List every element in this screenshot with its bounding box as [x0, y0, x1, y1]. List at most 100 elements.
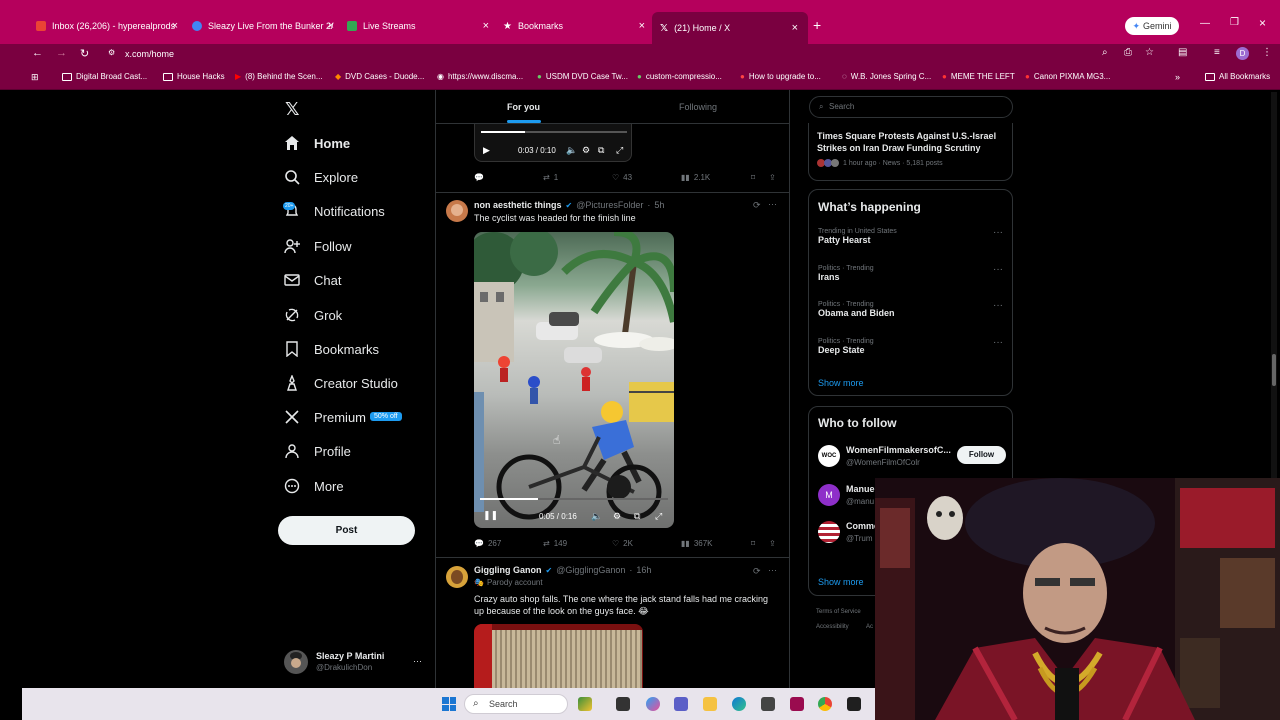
bookmark-item[interactable]: ● How to upgrade to... — [740, 72, 821, 81]
fullscreen-icon[interactable]: ⤢ — [616, 145, 623, 156]
x-logo-icon[interactable]: 𝕏 — [285, 99, 300, 120]
new-tab-button[interactable]: + — [813, 17, 821, 33]
grok-icon[interactable]: ⟳ — [753, 566, 761, 577]
avatar[interactable] — [818, 521, 840, 543]
edge-icon[interactable] — [732, 697, 746, 711]
trend-item[interactable]: Politics · Trending Irans — [818, 265, 874, 282]
video-player[interactable]: ▶ 0:03 / 0:10 🔈 ⚙ ⧉ ⤢ — [474, 124, 632, 162]
play-icon[interactable]: ▶ — [483, 145, 490, 156]
bookmark-item[interactable]: House Hacks — [163, 72, 225, 81]
copilot-icon[interactable] — [646, 697, 660, 711]
follow-suggestion-name[interactable]: Manue — [846, 484, 875, 494]
apps-icon[interactable]: ⊞ — [31, 72, 39, 83]
back-icon[interactable]: ← — [32, 47, 43, 59]
bookmark-button[interactable]: ⌑ — [751, 539, 755, 548]
share-button[interactable]: ⇪ — [769, 173, 776, 182]
trend-item[interactable]: Politics · Trending Obama and Biden — [818, 301, 895, 318]
follow-button[interactable]: Follow — [957, 446, 1006, 464]
nav-profile[interactable]: Profile — [284, 437, 351, 465]
tab-live-streams[interactable]: Live Streams × — [347, 14, 489, 38]
bookmark-item[interactable]: ● USDM DVD Case Tw... — [537, 72, 628, 81]
nav-chat[interactable]: Chat — [284, 266, 341, 294]
widgets-icon[interactable] — [578, 697, 592, 711]
bookmark-item[interactable]: ◌ W.B. Jones Spring C... — [842, 72, 931, 81]
app-icon[interactable] — [790, 697, 804, 711]
nav-bookmarks[interactable]: Bookmarks — [284, 335, 379, 363]
reload-icon[interactable]: ↻ — [80, 47, 89, 60]
account-name[interactable]: Sleazy P Martini — [316, 651, 384, 661]
tweet-author[interactable]: non aesthetic things — [474, 200, 562, 210]
views-button[interactable]: ▮▮ 367K — [681, 539, 713, 548]
bookmark-item[interactable]: ● MEME THE LEFT — [942, 72, 1015, 81]
footer-link[interactable]: Terms of Service — [816, 609, 861, 615]
more-icon[interactable]: ··· — [993, 300, 1003, 311]
bookmark-item[interactable]: ◉ https://www.discma... — [437, 72, 523, 81]
news-card[interactable]: Times Square Protests Against U.S.-Israe… — [808, 123, 1013, 181]
bookmark-item[interactable]: ▶ (8) Behind the Scen... — [235, 72, 323, 81]
more-icon[interactable]: ··· — [768, 565, 777, 575]
more-icon[interactable]: ··· — [768, 199, 777, 209]
post-button[interactable]: Post — [278, 516, 415, 545]
like-button[interactable]: ♡ 2K — [612, 539, 633, 548]
close-icon[interactable]: × — [792, 22, 798, 34]
nav-notifications[interactable]: Notifications — [284, 197, 385, 225]
more-icon[interactable]: ··· — [993, 337, 1003, 348]
video-progress[interactable] — [480, 498, 668, 500]
tweet-video[interactable]: ❚❚ 0:05 / 0:16 🔈 ⚙ ⧉ ⤢ — [474, 232, 674, 528]
account-menu-icon[interactable]: ··· — [413, 656, 422, 666]
install-icon[interactable]: ⎙ — [1124, 47, 1132, 58]
extensions-icon[interactable]: ≡ — [1214, 47, 1220, 58]
tab-x-home[interactable]: 𝕏 (21) Home / X × — [652, 12, 808, 44]
chrome-icon[interactable] — [818, 697, 832, 711]
follow-suggestion-name[interactable]: WomenFilmmakersofC... — [846, 445, 951, 455]
tweet-video[interactable] — [474, 624, 643, 690]
trend-item[interactable]: Politics · Trending Deep State — [818, 338, 874, 355]
nav-grok[interactable]: Grok — [284, 301, 342, 329]
pause-icon[interactable]: ❚❚ — [483, 510, 498, 521]
file-explorer-icon[interactable] — [703, 697, 717, 711]
all-bookmarks[interactable]: All Bookmarks — [1205, 72, 1270, 81]
nav-follow[interactable]: Follow — [284, 232, 352, 260]
bookmark-item[interactable]: Digital Broad Cast... — [62, 72, 147, 81]
tab-for-you[interactable]: For you — [507, 102, 540, 112]
sidepanel-icon[interactable]: ▤ — [1178, 47, 1187, 58]
bookmark-button[interactable]: ⌑ — [751, 173, 755, 182]
video-progress[interactable] — [481, 131, 627, 133]
tweet-time[interactable]: 5h — [654, 200, 664, 210]
avatar[interactable] — [284, 650, 308, 674]
grok-icon[interactable]: ⟳ — [753, 200, 761, 211]
site-info-icon[interactable]: ⚙ — [108, 48, 115, 57]
views-button[interactable]: ▮▮ 2.1K — [681, 173, 710, 182]
reply-button[interactable]: 💬 — [474, 173, 484, 182]
show-more-link[interactable]: Show more — [818, 577, 864, 587]
app-icon[interactable] — [847, 697, 861, 711]
gemini-button[interactable]: ✦ Gemini — [1125, 17, 1179, 35]
reply-button[interactable]: 💬 267 — [474, 539, 501, 548]
more-bookmarks-icon[interactable]: » — [1175, 72, 1180, 82]
tab-sleazy[interactable]: Sleazy Live From the Bunker 2/ × — [192, 14, 334, 38]
volume-icon[interactable]: 🔈 — [591, 511, 602, 522]
close-icon[interactable]: × — [483, 20, 489, 32]
avatar[interactable] — [446, 566, 468, 588]
bookmark-item[interactable]: ● Canon PIXMA MG3... — [1025, 72, 1110, 81]
captions-icon[interactable]: ⧉ — [634, 511, 640, 522]
url-field[interactable]: x.com/home — [125, 49, 174, 59]
nav-explore[interactable]: Explore — [284, 163, 358, 191]
close-icon[interactable]: × — [172, 20, 178, 32]
show-more-link[interactable]: Show more — [818, 378, 864, 388]
nav-home[interactable]: Home — [284, 129, 350, 157]
repost-button[interactable]: ⇄ 1 — [543, 173, 558, 182]
footer-link[interactable]: Accessibility — [816, 624, 849, 630]
forward-icon[interactable]: → — [56, 47, 67, 59]
fullscreen-icon[interactable]: ⤢ — [655, 511, 662, 522]
windows-start-icon[interactable] — [442, 697, 456, 711]
close-icon[interactable]: × — [328, 20, 334, 32]
tweet-author[interactable]: Giggling Ganon — [474, 565, 542, 575]
more-icon[interactable]: ··· — [993, 227, 1003, 238]
trend-item[interactable]: Trending in United States Patty Hearst — [818, 228, 897, 245]
teams-icon[interactable] — [674, 697, 688, 711]
avatar[interactable]: WOC — [818, 445, 840, 467]
volume-icon[interactable]: 🔈 — [566, 145, 577, 156]
close-icon[interactable]: × — [639, 20, 645, 32]
search-input[interactable]: ⌕ Search — [809, 96, 1013, 118]
